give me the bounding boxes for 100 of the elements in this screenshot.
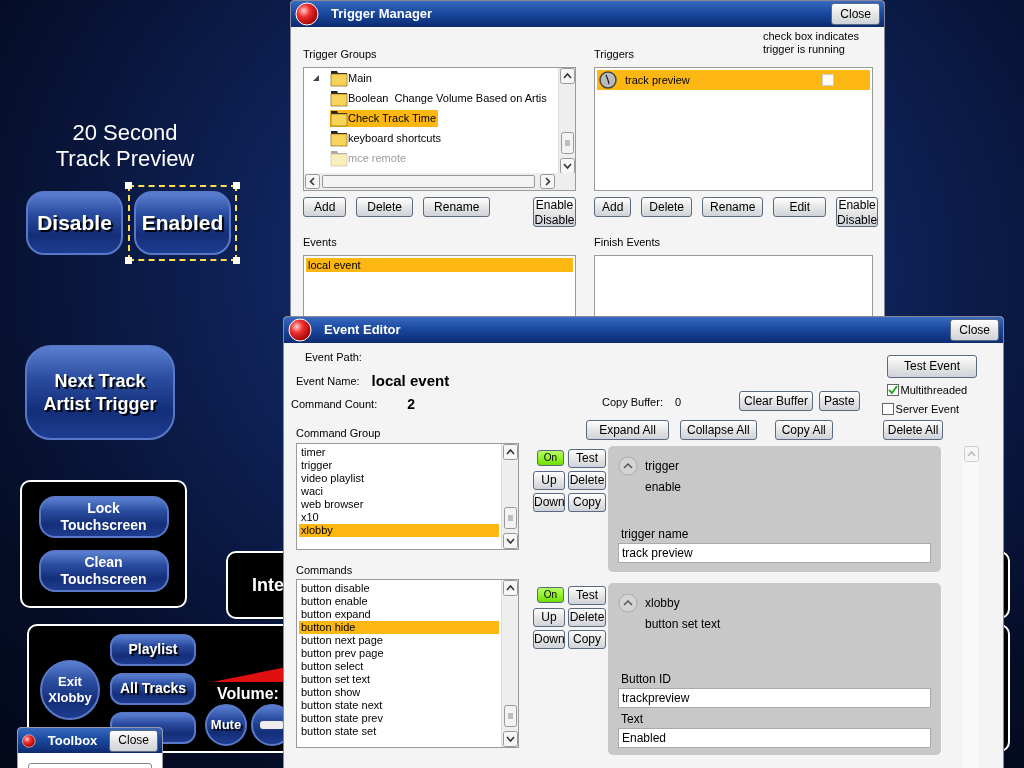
list-item[interactable]: button next page: [299, 634, 499, 647]
list-item[interactable]: timer: [299, 445, 499, 459]
group-button[interactable]: Add: [303, 197, 347, 217]
list-item[interactable]: button state set: [299, 725, 499, 738]
text-field[interactable]: Enabled: [618, 728, 931, 748]
on-toggle[interactable]: On: [537, 450, 564, 466]
list-item[interactable]: x10: [299, 510, 499, 524]
step-button[interactable]: Delete: [568, 608, 606, 627]
scroll-left-icon[interactable]: [305, 174, 320, 189]
close-button[interactable]: Close: [109, 729, 158, 752]
scroll-thumb-icon[interactable]: [560, 132, 574, 154]
tree-item[interactable]: Boolean Change Volume Based on Artis: [330, 89, 549, 107]
trigger-button[interactable]: Rename: [702, 197, 764, 217]
disable-button[interactable]: Disable: [26, 191, 123, 255]
bulk-button[interactable]: Collapse All: [680, 420, 757, 440]
step-button[interactable]: Delete: [568, 471, 606, 490]
list-item[interactable]: video playlist: [299, 471, 499, 485]
volume-down-button[interactable]: [251, 704, 284, 746]
list-item[interactable]: button select: [299, 660, 499, 673]
tree-item[interactable]: Check Track Time: [330, 109, 439, 127]
checkbox[interactable]: [881, 402, 894, 415]
list-item[interactable]: web browser: [299, 497, 499, 511]
player-button[interactable]: Playlist: [110, 634, 196, 666]
collapse-icon[interactable]: [618, 456, 638, 476]
resize-handle[interactable]: [233, 257, 240, 264]
list-item[interactable]: button enable: [299, 595, 499, 608]
bulk-button[interactable]: Expand All: [586, 420, 669, 440]
running-checkbox[interactable]: [822, 74, 834, 86]
list-item[interactable]: trigger: [299, 458, 499, 472]
scroll-down-icon[interactable]: [502, 532, 518, 549]
exit-button[interactable]: Exit Xlobby: [40, 660, 100, 720]
scroll-up-icon[interactable]: [502, 580, 518, 596]
test-event-button[interactable]: Test Event: [887, 355, 977, 378]
player-button[interactable]: All Tracks: [110, 673, 196, 705]
list-item[interactable]: button expand: [299, 608, 499, 621]
scrollbar[interactable]: [558, 68, 575, 174]
list-item[interactable]: button show: [299, 686, 499, 699]
mute-button[interactable]: Mute: [205, 704, 247, 746]
scroll-thumb-icon[interactable]: [503, 506, 517, 529]
step-button[interactable]: Test: [568, 586, 606, 605]
touchscreen-button[interactable]: Lock Touchscreen: [38, 496, 169, 538]
step-button[interactable]: Down: [533, 630, 565, 649]
step-button[interactable]: Up: [533, 608, 565, 627]
list-item[interactable]: button state prev: [299, 712, 499, 725]
list-item[interactable]: waci: [299, 484, 499, 498]
group-button[interactable]: Delete: [356, 197, 414, 217]
resize-handle[interactable]: [233, 182, 240, 189]
trigger-button[interactable]: Delete: [641, 197, 693, 217]
resize-handle[interactable]: [125, 182, 132, 189]
list-item[interactable]: button prev page: [299, 647, 499, 660]
list-item[interactable]: button disable: [299, 582, 499, 595]
scroll-up-icon[interactable]: [559, 68, 575, 84]
close-button[interactable]: Close: [831, 3, 880, 25]
scrollbar[interactable]: [963, 446, 979, 768]
selection-frame[interactable]: Enabled: [128, 185, 237, 261]
bulk-button[interactable]: Copy All: [774, 420, 833, 440]
touchscreen-button[interactable]: Clean Touchscreen: [38, 550, 169, 592]
scroll-thumb-icon[interactable]: [503, 705, 517, 727]
resize-handle[interactable]: [125, 257, 132, 264]
scroll-up-icon[interactable]: [502, 443, 518, 460]
scrollbar[interactable]: [501, 443, 518, 549]
trigger-entry[interactable]: track preview: [597, 70, 870, 90]
on-toggle[interactable]: On: [537, 587, 564, 603]
list-item[interactable]: xlobby: [299, 523, 499, 537]
expand-arrow-icon[interactable]: [312, 74, 320, 82]
close-button[interactable]: Close: [950, 319, 999, 341]
scroll-right-icon[interactable]: [540, 174, 555, 189]
delete-all-button[interactable]: Delete All: [882, 420, 944, 440]
volume-label: Volume:: [217, 684, 279, 704]
scroll-down-icon[interactable]: [559, 158, 575, 174]
step-button[interactable]: Up: [533, 471, 565, 490]
text-field[interactable]: track preview: [618, 543, 931, 563]
group-button[interactable]: Rename: [423, 197, 491, 217]
step-button[interactable]: Down: [533, 493, 565, 512]
unselected-frame[interactable]: Disable: [20, 185, 129, 261]
event-name: local event: [371, 370, 450, 391]
next-track-button[interactable]: Next Track Artist Trigger: [25, 345, 175, 440]
scroll-down-icon[interactable]: [502, 731, 518, 747]
step-button[interactable]: Copy: [568, 493, 606, 512]
horizontal-scrollbar[interactable]: [304, 173, 575, 190]
collapse-icon[interactable]: [618, 593, 638, 613]
tree-item[interactable]: keyboard shortcuts: [330, 129, 443, 147]
checkbox[interactable]: [886, 384, 899, 397]
list-item[interactable]: button set text: [299, 673, 499, 686]
group-button[interactable]: Enable Disable: [533, 197, 576, 227]
list-item[interactable]: button hide: [299, 621, 499, 634]
trigger-button[interactable]: Edit: [773, 197, 827, 217]
step-button[interactable]: Copy: [568, 630, 606, 649]
step-button[interactable]: Test: [568, 449, 606, 468]
tree-item[interactable]: Main: [330, 69, 374, 87]
trigger-button[interactable]: Add: [594, 197, 632, 217]
list-item[interactable]: button state next: [299, 699, 499, 712]
event-item[interactable]: local event: [306, 258, 573, 272]
scrollbar[interactable]: [501, 580, 518, 747]
buffer-button[interactable]: Clear Buffer: [739, 391, 813, 411]
trigger-button[interactable]: Enable Disable: [836, 197, 879, 227]
text-field[interactable]: trackpreview: [618, 688, 931, 708]
scroll-thumb[interactable]: [322, 175, 535, 188]
disable-button[interactable]: Enabled: [134, 191, 231, 255]
buffer-button[interactable]: Paste: [818, 391, 860, 411]
